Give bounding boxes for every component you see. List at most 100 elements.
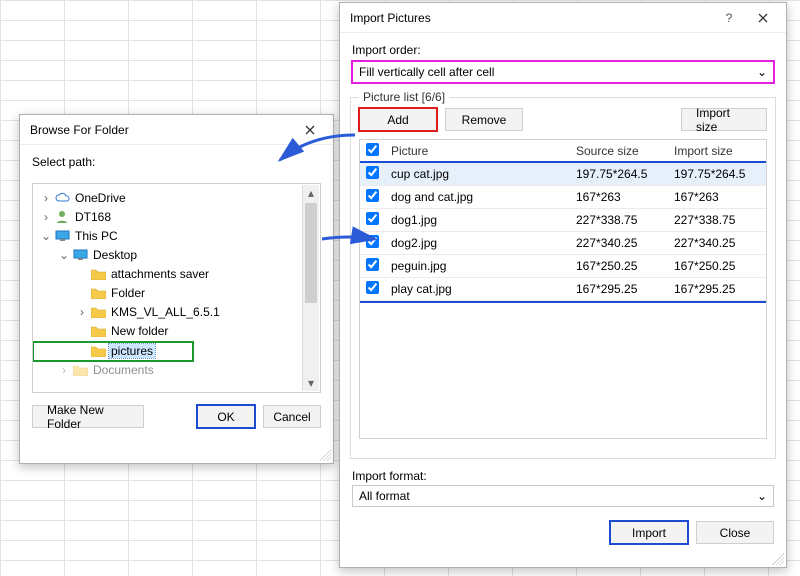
cell-source-size: 227*340.25 <box>570 232 668 255</box>
cell-source-size: 167*250.25 <box>570 255 668 278</box>
column-source-size[interactable]: Source size <box>570 140 668 163</box>
cell-source-size: 167*263 <box>570 186 668 209</box>
import-title: Import Pictures <box>350 11 712 25</box>
close-button[interactable]: Close <box>696 521 774 544</box>
tree-item-icon <box>71 247 89 263</box>
import-size-button[interactable]: Import size <box>681 108 767 131</box>
cell-picture: dog2.jpg <box>385 232 570 255</box>
cell-picture: dog and cat.jpg <box>385 186 570 209</box>
cell-source-size: 197.75*264.5 <box>570 163 668 186</box>
cell-import-size: 227*338.75 <box>668 209 766 232</box>
select-path-label: Select path: <box>20 145 333 173</box>
tree-node[interactable]: attachments saver <box>33 264 303 283</box>
tree-node[interactable]: Folder <box>33 283 303 302</box>
cell-source-size: 167*295.25 <box>570 278 668 301</box>
row-checkbox[interactable] <box>366 235 379 248</box>
table-row[interactable]: dog1.jpg 227*338.75 227*338.75 <box>360 209 766 232</box>
import-order-value: Fill vertically cell after cell <box>359 65 494 79</box>
tree-node[interactable]: › Documents <box>33 361 303 380</box>
picture-table-container: Picture Source size Import size cup cat.… <box>359 139 767 439</box>
row-checkbox[interactable] <box>366 281 379 294</box>
tree-item-label: New folder <box>109 324 170 338</box>
tree-twisty-icon[interactable]: › <box>39 210 53 224</box>
row-checkbox[interactable] <box>366 258 379 271</box>
import-titlebar[interactable]: Import Pictures ? <box>340 3 786 33</box>
cancel-button[interactable]: Cancel <box>263 405 321 428</box>
tree-item-label: OneDrive <box>73 191 128 205</box>
tree-item-label: KMS_VL_ALL_6.5.1 <box>109 305 222 319</box>
picture-table: Picture Source size Import size cup cat.… <box>360 140 766 301</box>
tree-node[interactable]: › DT168 <box>33 207 303 226</box>
tree-node[interactable]: › OneDrive <box>33 188 303 207</box>
tree-item-icon <box>89 266 107 282</box>
browse-title: Browse For Folder <box>30 123 293 137</box>
cell-picture: play cat.jpg <box>385 278 570 301</box>
folder-tree[interactable]: › OneDrive› DT168⌄ This PC⌄ Desktop atta… <box>33 184 303 392</box>
tree-item-icon <box>89 343 107 359</box>
make-new-folder-button[interactable]: Make New Folder <box>32 405 144 428</box>
column-import-size[interactable]: Import size <box>668 140 766 163</box>
browse-folder-window: Browse For Folder Select path: › OneDriv… <box>19 114 334 464</box>
import-format-select[interactable]: All format ⌄ <box>352 485 774 507</box>
tree-item-label: This PC <box>73 229 120 243</box>
tree-item-icon <box>71 362 89 378</box>
table-row[interactable]: cup cat.jpg 197.75*264.5 197.75*264.5 <box>360 163 766 186</box>
import-pictures-window: Import Pictures ? Import order: Fill ver… <box>339 2 787 568</box>
tree-node[interactable]: ⌄ This PC <box>33 226 303 245</box>
select-all-checkbox[interactable] <box>366 143 379 156</box>
tree-twisty-icon[interactable]: ⌄ <box>39 229 53 243</box>
tree-node[interactable]: ⌄ Desktop <box>33 245 303 264</box>
add-button[interactable]: Add <box>359 108 437 131</box>
table-row[interactable]: dog2.jpg 227*340.25 227*340.25 <box>360 232 766 255</box>
help-icon[interactable]: ? <box>712 6 746 30</box>
tree-twisty-icon[interactable]: ⌄ <box>57 248 71 262</box>
table-row[interactable]: play cat.jpg 167*295.25 167*295.25 <box>360 278 766 301</box>
tree-node[interactable]: New folder <box>33 321 303 340</box>
browse-titlebar[interactable]: Browse For Folder <box>20 115 333 145</box>
cell-picture: peguin.jpg <box>385 255 570 278</box>
cell-source-size: 227*338.75 <box>570 209 668 232</box>
cell-import-size: 167*263 <box>668 186 766 209</box>
import-order-label: Import order: <box>340 33 786 61</box>
close-icon[interactable] <box>293 118 327 142</box>
row-checkbox[interactable] <box>366 166 379 179</box>
picture-list-label: Picture list [6/6] <box>359 90 449 104</box>
ok-button[interactable]: OK <box>197 405 255 428</box>
row-checkbox[interactable] <box>366 212 379 225</box>
row-checkbox[interactable] <box>366 189 379 202</box>
import-button[interactable]: Import <box>610 521 688 544</box>
tree-item-label: Desktop <box>91 248 139 262</box>
resize-grip-icon[interactable] <box>772 553 784 565</box>
chevron-down-icon: ⌄ <box>757 65 767 79</box>
cell-import-size: 167*250.25 <box>668 255 766 278</box>
cell-import-size: 227*340.25 <box>668 232 766 255</box>
tree-item-label: Documents <box>91 363 156 377</box>
remove-button[interactable]: Remove <box>445 108 523 131</box>
column-picture[interactable]: Picture <box>385 140 570 163</box>
tree-item-icon <box>89 304 107 320</box>
tree-twisty-icon[interactable]: › <box>75 305 89 319</box>
cell-import-size: 167*295.25 <box>668 278 766 301</box>
tree-item-icon <box>89 323 107 339</box>
cell-picture: cup cat.jpg <box>385 163 570 186</box>
cell-picture: dog1.jpg <box>385 209 570 232</box>
chevron-down-icon: ⌄ <box>757 489 767 503</box>
resize-grip-icon[interactable] <box>319 449 331 461</box>
table-row[interactable]: peguin.jpg 167*250.25 167*250.25 <box>360 255 766 278</box>
tree-item-label: attachments saver <box>109 267 211 281</box>
tree-twisty-icon[interactable]: › <box>39 191 53 205</box>
tree-node[interactable]: pictures <box>33 342 193 361</box>
tree-item-label: DT168 <box>73 210 113 224</box>
tree-item-label: Folder <box>109 286 147 300</box>
import-order-select[interactable]: Fill vertically cell after cell ⌄ <box>352 61 774 83</box>
tree-twisty-icon[interactable]: › <box>57 363 71 377</box>
tree-item-icon <box>53 190 71 206</box>
tree-item-label: pictures <box>109 344 155 358</box>
tree-node[interactable]: › KMS_VL_ALL_6.5.1 <box>33 302 303 321</box>
tree-scrollbar[interactable]: ▴ ▾ <box>302 185 319 391</box>
cell-import-size: 197.75*264.5 <box>668 163 766 186</box>
close-icon[interactable] <box>746 6 780 30</box>
picture-list-group: Picture list [6/6] Add Remove Import siz… <box>350 97 776 459</box>
tree-item-icon <box>89 285 107 301</box>
table-row[interactable]: dog and cat.jpg 167*263 167*263 <box>360 186 766 209</box>
